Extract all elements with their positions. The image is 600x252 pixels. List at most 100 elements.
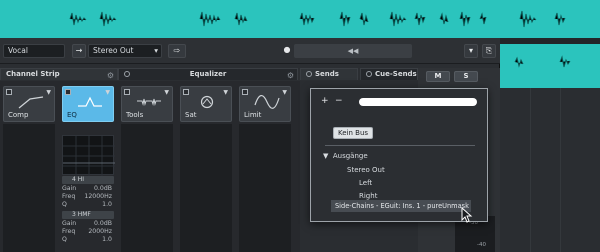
sat-slot[interactable]: ▼ Sat (180, 86, 232, 122)
chevron-down-icon[interactable]: ▼ (164, 89, 169, 96)
tab-channel-strip[interactable]: Channel Strip ⚙ (0, 68, 118, 80)
chevron-down-icon[interactable]: ▼ (282, 89, 287, 96)
popup-menu: Kein Bus ▼ Ausgänge Stereo Out Left Righ… (311, 115, 487, 223)
eq-band-4-gain[interactable]: Gain 0.0dB (62, 185, 114, 193)
empty-track-area (500, 88, 600, 252)
bypass-checkbox[interactable] (183, 89, 189, 95)
param-label: Gain (62, 220, 77, 227)
chevron-down-icon[interactable]: ▼ (46, 89, 51, 96)
mouse-cursor-icon (461, 207, 473, 223)
eq-band-4-freq[interactable]: Freq 12000Hz (62, 193, 114, 201)
send-routing-popup: + − Kein Bus ▼ Ausgänge Stereo Out Left … (310, 88, 488, 223)
track-name-field[interactable]: Vocal (3, 44, 65, 58)
slot-label: Tools (126, 111, 144, 119)
sidechain-item[interactable]: Side-Chains - EGuit: Ins. 1 - pureUnmask (331, 200, 471, 212)
compressor-curve-icon (18, 96, 44, 109)
tab-label: Cue-Sends (375, 70, 417, 78)
param-label: Q (62, 201, 67, 208)
outputs-group-label: Ausgänge (332, 152, 368, 160)
channel-settings-icon[interactable]: ● (280, 44, 294, 58)
bypass-checkbox[interactable] (124, 89, 130, 95)
divider (325, 145, 475, 146)
routing-icon[interactable]: ⇨ (168, 44, 186, 58)
waveform (514, 55, 571, 68)
param-label: Freq (62, 228, 76, 235)
param-label: Gain (62, 185, 77, 192)
chevron-down-icon: ▼ (323, 152, 329, 160)
slot-label: Sat (185, 111, 197, 119)
chevron-down-icon[interactable]: ▾ (464, 44, 478, 58)
left-channel-item[interactable]: Left (359, 179, 372, 187)
radio-icon[interactable] (366, 71, 372, 77)
tab-label: Sends (315, 70, 339, 78)
bypass-checkbox[interactable] (65, 89, 71, 95)
chevron-down-icon[interactable]: ▼ (105, 89, 110, 96)
output-routing-select[interactable]: Stereo Out ▾ (88, 44, 162, 58)
band-name: 3 HMF (72, 211, 91, 218)
param-value: 1.0 (102, 201, 112, 208)
tools-waveform-icon (137, 98, 161, 106)
audio-clip-right[interactable] (500, 44, 600, 88)
window-layout-icon[interactable]: ⎘ (482, 44, 496, 58)
tab-cue-sends[interactable]: Cue-Sends (360, 68, 418, 80)
comp-column (3, 124, 55, 252)
eq-band-3-q[interactable]: Q 1.0 (62, 236, 114, 244)
radio-icon[interactable] (124, 71, 130, 77)
param-value: 2000Hz (88, 228, 112, 235)
band-name: 4 HI (72, 176, 85, 183)
eq-band-3-freq[interactable]: Freq 2000Hz (62, 228, 114, 236)
eq-band-4-q[interactable]: Q 1.0 (62, 201, 114, 209)
eq-band-3-header[interactable]: 3 HMF (62, 211, 114, 219)
limit-column (239, 124, 291, 252)
eq-band-3-gain[interactable]: Gain 0.0dB (62, 220, 114, 228)
stereo-out-item[interactable]: Stereo Out (347, 166, 385, 174)
right-channel-item[interactable]: Right (359, 192, 377, 200)
sat-column (180, 124, 232, 252)
sidechain-label: Side-Chains - EGuit: Ins. 1 - pureUnmask (335, 202, 469, 210)
waveform (69, 10, 566, 28)
eq-slot[interactable]: ▼ EQ (62, 86, 114, 122)
param-label: Freq (62, 193, 76, 200)
gear-icon[interactable]: ⚙ (107, 70, 114, 81)
radio-icon[interactable] (306, 71, 312, 77)
grid-line (530, 88, 531, 252)
comp-slot[interactable]: ▼ Comp (3, 86, 55, 122)
channel-strip-panel: ▼ Comp ▼ EQ ▼ Tools ▼ Sat ▼ Limit (0, 81, 300, 252)
mute-button[interactable]: M (426, 71, 450, 82)
tab-sends[interactable]: Sends (300, 68, 358, 80)
tools-column (121, 124, 173, 252)
gear-icon[interactable]: ⚙ (287, 70, 294, 81)
no-bus-item[interactable]: Kein Bus (333, 127, 374, 139)
tools-slot[interactable]: ▼ Tools (121, 86, 173, 122)
grid-line (560, 88, 561, 252)
eq-graph[interactable] (62, 135, 115, 176)
param-value: 0.0dB (93, 220, 112, 227)
eq-graph-grid (63, 136, 115, 176)
remove-send-button[interactable]: − (335, 96, 343, 106)
solo-button[interactable]: S (454, 71, 478, 82)
param-label: Q (62, 236, 67, 243)
param-value: 12000Hz (84, 193, 112, 200)
tab-label: Channel Strip (6, 70, 60, 78)
popup-header: + − (311, 89, 487, 115)
meter-scale-label: -40 (477, 242, 486, 248)
tab-label: Equalizer (189, 70, 227, 78)
arrow-right-icon[interactable]: → (72, 44, 86, 58)
audio-clip-top[interactable] (0, 0, 600, 38)
tab-equalizer[interactable]: Equalizer ⚙ (118, 68, 298, 80)
limiter-wave-icon (254, 95, 280, 109)
param-value: 1.0 (102, 236, 112, 243)
bypass-checkbox[interactable] (242, 89, 248, 95)
preset-icon: ◀◀ (347, 47, 359, 55)
saturation-icon (200, 95, 214, 109)
slot-label: Limit (244, 111, 262, 119)
eq-curve-icon (78, 96, 102, 107)
limit-slot[interactable]: ▼ Limit (239, 86, 291, 122)
bypass-checkbox[interactable] (6, 89, 12, 95)
outputs-group-item[interactable]: ▼ Ausgänge (323, 152, 368, 160)
send-level-bar[interactable] (359, 98, 477, 106)
chevron-down-icon[interactable]: ▼ (223, 89, 228, 96)
preset-bar[interactable]: ◀◀ (294, 44, 412, 58)
add-send-button[interactable]: + (321, 96, 329, 106)
eq-band-4-header[interactable]: 4 HI (62, 176, 114, 184)
